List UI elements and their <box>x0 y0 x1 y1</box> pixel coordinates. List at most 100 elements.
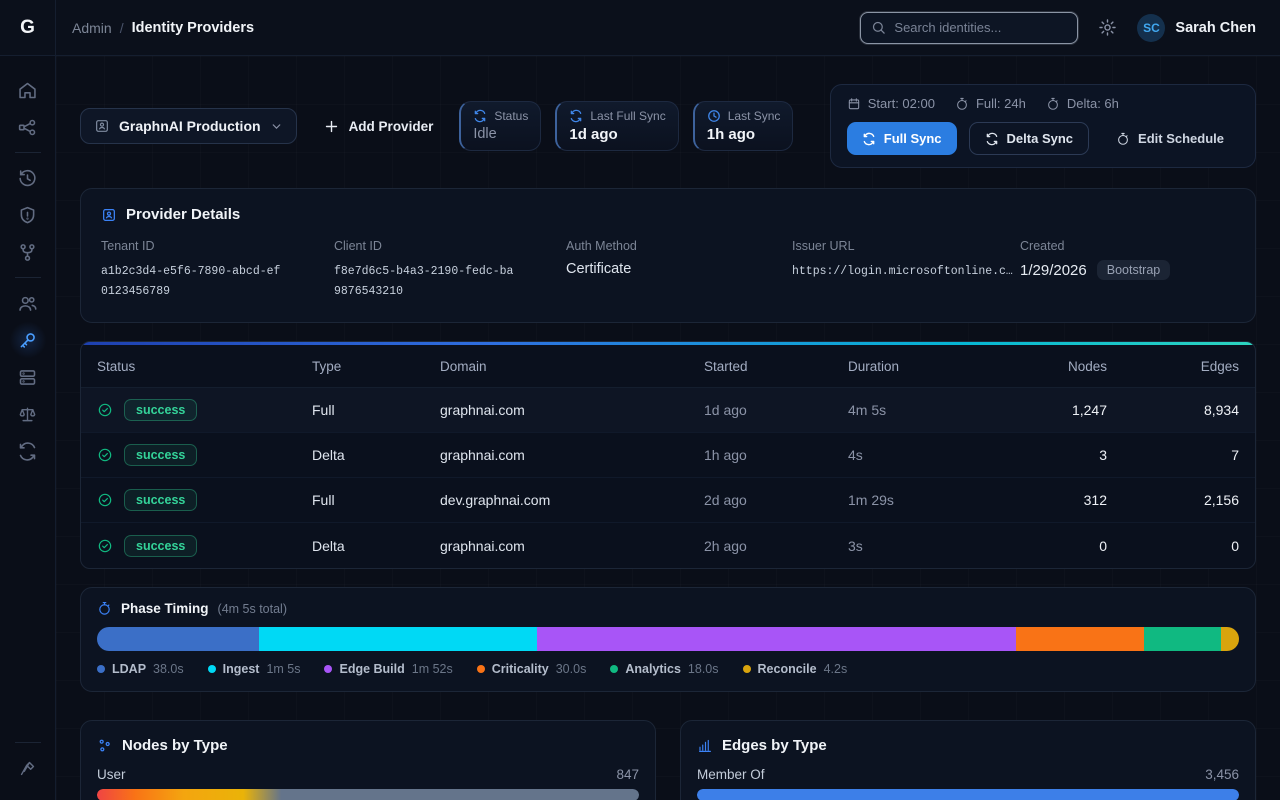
phase-segment-ldap <box>97 627 259 651</box>
search-box[interactable] <box>860 12 1078 44</box>
schedule-delta-text: Delta: 6h <box>1067 96 1119 111</box>
field-label: Issuer URL <box>792 239 1020 253</box>
meter-value: 847 <box>616 767 639 782</box>
phase-legend-item: Criticality30.0s <box>477 662 587 676</box>
settings-button[interactable] <box>1096 16 1119 39</box>
phase-legend-item: Reconcile4.2s <box>743 662 848 676</box>
cell-nodes: 0 <box>1008 538 1107 554</box>
field-label: Tenant ID <box>101 239 334 253</box>
sidebar-item-history[interactable] <box>10 160 46 196</box>
sidebar-item-home[interactable] <box>10 72 46 108</box>
cell-started: 2h ago <box>704 538 848 554</box>
cell-nodes: 312 <box>1008 492 1107 508</box>
legend-label: LDAP <box>112 662 146 676</box>
sidebar-item-scales[interactable] <box>10 396 46 432</box>
id-badge-icon <box>94 118 110 134</box>
table-row: success Full dev.graphnai.com 2d ago 1m … <box>81 478 1255 523</box>
sidebar-item-tools[interactable] <box>10 750 46 786</box>
card-title: Provider Details <box>126 206 240 223</box>
phase-legend-item: Edge Build1m 52s <box>324 662 452 676</box>
tools-icon <box>18 759 37 778</box>
git-branch-icon <box>17 242 38 263</box>
status-badge: success <box>124 489 197 511</box>
meter-track <box>97 789 639 800</box>
phase-segment-criticality <box>1016 627 1144 651</box>
field-value: https://login.microsoftonline.c… <box>792 262 1017 282</box>
cell-started: 1d ago <box>704 402 848 418</box>
sidebar-item-sync[interactable] <box>10 433 46 469</box>
column-header-type: Type <box>312 359 440 374</box>
status-chip: Status Idle <box>459 101 541 151</box>
chip-value: 1h ago <box>707 126 781 143</box>
cell-edges: 7 <box>1107 447 1239 463</box>
legend-label: Analytics <box>625 662 681 676</box>
plus-icon <box>323 118 340 135</box>
field-client-id: Client ID f8e7d6c5-b4a3-2190-fedc-ba9876… <box>334 239 566 302</box>
column-header-domain: Domain <box>440 359 704 374</box>
provider-select[interactable]: GraphnAI Production <box>80 108 297 144</box>
cell-duration: 3s <box>848 538 1008 554</box>
meter-row-user: User 847 <box>97 767 639 800</box>
avatar: SC <box>1137 14 1165 42</box>
phase-bar <box>97 627 1239 651</box>
cell-started: 2d ago <box>704 492 848 508</box>
cell-duration: 4m 5s <box>848 402 1008 418</box>
column-header-status: Status <box>97 359 312 374</box>
card-title: Nodes by Type <box>122 737 228 754</box>
meter-row-member-of: Member Of 3,456 <box>697 767 1239 800</box>
graph-icon <box>17 117 38 138</box>
stopwatch-icon <box>97 601 112 616</box>
schedule-delta-interval: Delta: 6h <box>1046 96 1119 111</box>
provider-select-label: GraphnAI Production <box>119 118 261 134</box>
edit-schedule-label: Edit Schedule <box>1138 131 1224 146</box>
meter-fill <box>97 789 639 800</box>
delta-sync-button[interactable]: Delta Sync <box>969 122 1089 155</box>
sidebar-item-servers[interactable] <box>10 359 46 395</box>
sidebar-item-shield[interactable] <box>10 197 46 233</box>
history-icon <box>17 168 38 189</box>
sidebar-item-branches[interactable] <box>10 234 46 270</box>
full-sync-button[interactable]: Full Sync <box>847 122 957 155</box>
phase-segment-edge-build <box>537 627 1016 651</box>
search-input[interactable] <box>894 20 1067 35</box>
provider-details-card: Provider Details Tenant ID a1b2c3d4-e5f6… <box>80 188 1256 323</box>
cell-duration: 4s <box>848 447 1008 463</box>
cell-domain: graphnai.com <box>440 402 704 418</box>
last-sync-chip: Last Sync 1h ago <box>693 101 794 151</box>
user-menu[interactable]: SC Sarah Chen <box>1137 14 1256 42</box>
shield-alert-icon <box>17 205 38 226</box>
sidebar-item-users[interactable] <box>10 285 46 321</box>
meter-fill <box>697 789 1239 800</box>
sidebar-item-graph[interactable] <box>10 109 46 145</box>
cell-edges: 8,934 <box>1107 402 1239 418</box>
chip-value: 1d ago <box>569 126 665 143</box>
table-row: success Delta graphnai.com 1h ago 4s 3 7 <box>81 433 1255 478</box>
chip-label: Last Full Sync <box>590 109 665 123</box>
delta-sync-label: Delta Sync <box>1007 131 1073 146</box>
schedule-start-text: Start: 02:00 <box>868 96 935 111</box>
breadcrumb-section[interactable]: Admin <box>72 20 112 36</box>
meter-label: User <box>97 767 126 782</box>
field-issuer-url: Issuer URL https://login.microsoftonline… <box>792 239 1020 302</box>
check-circle-icon <box>97 402 113 418</box>
add-provider-button[interactable]: Add Provider <box>311 108 446 144</box>
cell-domain: graphnai.com <box>440 538 704 554</box>
legend-label: Ingest <box>223 662 260 676</box>
user-name: Sarah Chen <box>1175 20 1256 36</box>
cell-domain: graphnai.com <box>440 447 704 463</box>
app-logo[interactable]: G <box>0 0 56 56</box>
app-logo-letter: G <box>20 17 35 39</box>
cell-type: Full <box>312 402 440 418</box>
users-icon <box>17 293 38 314</box>
topbar: G Admin / Identity Providers SC Sarah Ch… <box>0 0 1280 56</box>
table-row: success Full graphnai.com 1d ago 4m 5s 1… <box>81 388 1255 433</box>
chip-value: Idle <box>473 126 528 142</box>
edit-schedule-button[interactable]: Edit Schedule <box>1101 122 1239 155</box>
sidebar-item-identity-providers[interactable] <box>10 322 46 358</box>
cell-edges: 2,156 <box>1107 492 1239 508</box>
servers-icon <box>17 367 38 388</box>
field-label: Client ID <box>334 239 566 253</box>
search-icon <box>871 20 886 35</box>
clock-icon <box>707 109 721 123</box>
add-provider-label: Add Provider <box>349 119 434 134</box>
